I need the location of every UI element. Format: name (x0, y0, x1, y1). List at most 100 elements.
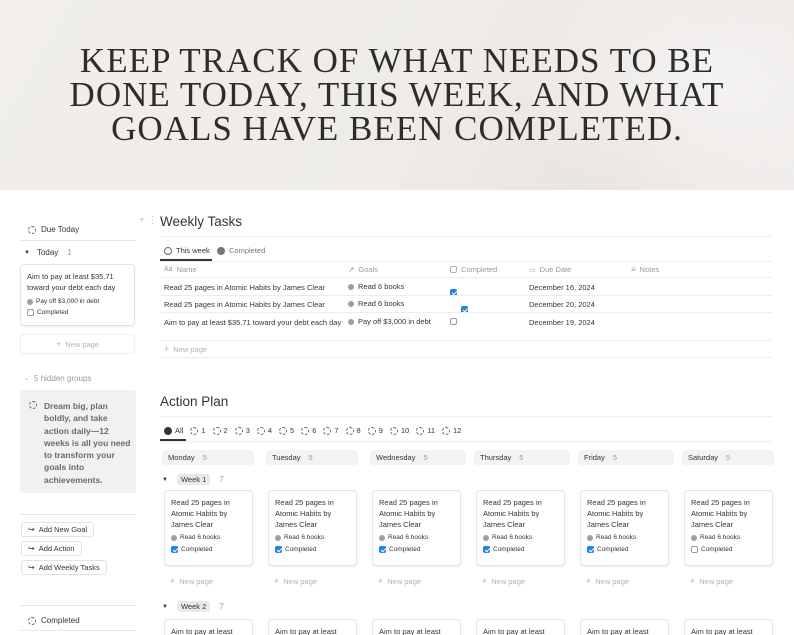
tab-week-8[interactable]: 8 (345, 426, 361, 435)
goal-dot-icon (171, 534, 177, 541)
table-row-date[interactable]: December 16, 2024 (529, 282, 595, 293)
today-card-status-label: Completed (37, 309, 69, 316)
checkbox-icon[interactable] (275, 546, 282, 553)
day-label: Thursday (480, 453, 512, 462)
board-column-wednesday[interactable]: Wednesday 5 (370, 450, 466, 465)
week-filter-tabs: All 1 2 3 4 5 6 7 8 9 10 11 12 (164, 426, 461, 435)
table-row-goal[interactable]: Pay off $3,000 in debt (348, 317, 431, 326)
new-page-label: New page (179, 576, 214, 586)
board-new-page-button[interactable]: + New page (586, 576, 629, 586)
due-today-header[interactable]: Due Today (28, 225, 79, 234)
table-row-goal[interactable]: Read 6 books (348, 282, 404, 291)
tab-week-12[interactable]: 12 (442, 426, 461, 435)
day-count: 5 (612, 453, 618, 462)
today-group-toggle[interactable]: ▼ Today 1 (24, 248, 72, 257)
goal-dot-icon (348, 318, 354, 325)
tab-week-4[interactable]: 4 (256, 426, 272, 435)
tab-week-5[interactable]: 5 (279, 426, 294, 435)
week-1-count: 7 (219, 475, 224, 484)
board-card-status: Completed (379, 546, 454, 553)
triangle-down-icon: ▼ (24, 249, 30, 256)
weekly-new-page-button[interactable]: + New page (164, 344, 207, 354)
board-card[interactable]: Read 25 pages in Atomic Habits by James … (580, 490, 669, 566)
board-new-page-button[interactable]: + New page (690, 576, 733, 586)
table-row-name[interactable]: Read 25 pages in Atomic Habits by James … (164, 282, 325, 293)
board-card[interactable]: Read 25 pages in Atomic Habits by James … (372, 490, 461, 566)
tab-completed[interactable]: Completed (217, 246, 265, 255)
today-group-count: 1 (67, 248, 72, 257)
circle-dashed-icon (389, 426, 398, 435)
column-header-completed[interactable]: Completed (450, 265, 497, 274)
table-row-goal[interactable]: Read 6 books (348, 299, 404, 308)
board-card-status-label: Completed (389, 546, 421, 553)
goal-dot-icon (348, 283, 354, 290)
board-card[interactable]: Aim to pay at least (268, 619, 357, 635)
due-today-title: Due Today (41, 225, 80, 234)
left-new-page-button[interactable]: + New page (20, 334, 135, 354)
today-card[interactable]: Aim to pay at least $35.71 toward your d… (20, 264, 135, 326)
column-goals-label: Goals (358, 265, 378, 274)
table-row-date[interactable]: December 19, 2024 (529, 317, 595, 328)
board-column-monday[interactable]: Monday 5 (162, 450, 254, 465)
board-card[interactable]: Aim to pay at least (684, 619, 773, 635)
day-label: Wednesday (376, 453, 416, 462)
board-new-page-button[interactable]: + New page (170, 576, 213, 586)
board-column-thursday[interactable]: Thursday 5 (474, 450, 570, 465)
board-card[interactable]: Read 25 pages in Atomic Habits by James … (164, 490, 253, 566)
checkbox-icon[interactable] (379, 546, 386, 553)
column-header-goals[interactable]: ↗ Goals (348, 265, 378, 274)
board-card[interactable]: Read 25 pages in Atomic Habits by James … (268, 490, 357, 566)
column-header-name[interactable]: Aa Name (164, 265, 197, 274)
board-card[interactable]: Read 25 pages in Atomic Habits by James … (684, 490, 773, 566)
board-card-goal: Read 6 books (483, 534, 558, 541)
tab-week-10[interactable]: 10 (389, 426, 409, 435)
tab-week-9[interactable]: 9 (367, 426, 383, 435)
column-header-notes[interactable]: ≡ Notes (631, 265, 659, 274)
week-2-group-toggle[interactable]: ▼ Week 2 7 (162, 601, 224, 612)
board-card-goal-label: Read 6 books (700, 534, 741, 541)
week-1-group-toggle[interactable]: ▼ Week 1 7 (162, 474, 224, 485)
column-header-due-date[interactable]: ▭ Due Date (529, 265, 571, 274)
tab-week-3[interactable]: 3 (234, 426, 250, 435)
tab-week-2[interactable]: 2 (212, 426, 228, 435)
board-card[interactable]: Read 25 pages in Atomic Habits by James … (476, 490, 565, 566)
triangle-down-icon: ▼ (162, 476, 168, 483)
tab-week-11[interactable]: 11 (416, 426, 435, 435)
board-column-friday[interactable]: Friday 5 (578, 450, 674, 465)
column-due-date-label: Due Date (539, 265, 572, 274)
board-new-page-button[interactable]: + New page (274, 576, 317, 586)
board-card-status: Completed (275, 546, 350, 553)
new-page-label: New page (699, 576, 734, 586)
divider (160, 277, 772, 278)
tab-week-1[interactable]: 1 (190, 426, 206, 435)
tab-all[interactable]: All (164, 426, 183, 435)
add-action-button[interactable]: ↪ Add Action (21, 541, 82, 556)
board-card[interactable]: Aim to pay at least (372, 619, 461, 635)
table-row-date[interactable]: December 20, 2024 (529, 299, 595, 310)
tab-week-6[interactable]: 6 (301, 426, 316, 435)
table-row-name[interactable]: Aim to pay at least $35.71 toward your d… (164, 317, 342, 328)
add-weekly-tasks-button[interactable]: ↪ Add Weekly Tasks (21, 560, 107, 575)
checkbox-icon[interactable] (483, 546, 490, 553)
board-card-status: Completed (691, 546, 766, 553)
checkbox-icon[interactable] (171, 546, 178, 553)
tab-label: 2 (223, 426, 228, 435)
board-card[interactable]: Aim to pay at least (164, 619, 253, 635)
tab-week-7[interactable]: 7 (323, 426, 339, 435)
board-new-page-button[interactable]: + New page (482, 576, 525, 586)
board-column-tuesday[interactable]: Tuesday 5 (266, 450, 358, 465)
add-new-goal-button[interactable]: ↪ Add New Goal (21, 522, 95, 537)
completed-checkbox[interactable] (450, 318, 457, 325)
tab-this-week[interactable]: This week (164, 246, 210, 255)
checkbox-icon[interactable] (587, 546, 594, 553)
day-count: 5 (202, 453, 207, 462)
board-column-saturday[interactable]: Saturday 5 (682, 450, 774, 465)
checkbox-icon[interactable] (27, 309, 34, 316)
board-card[interactable]: Aim to pay at least (476, 619, 565, 635)
completed-header[interactable]: Completed (28, 616, 80, 625)
table-row-name[interactable]: Read 25 pages in Atomic Habits by James … (164, 299, 325, 310)
board-new-page-button[interactable]: + New page (378, 576, 421, 586)
board-card[interactable]: Aim to pay at least (580, 619, 669, 635)
hidden-groups-toggle[interactable]: ⌄ 5 hidden groups (24, 374, 91, 383)
checkbox-icon[interactable] (691, 546, 698, 553)
